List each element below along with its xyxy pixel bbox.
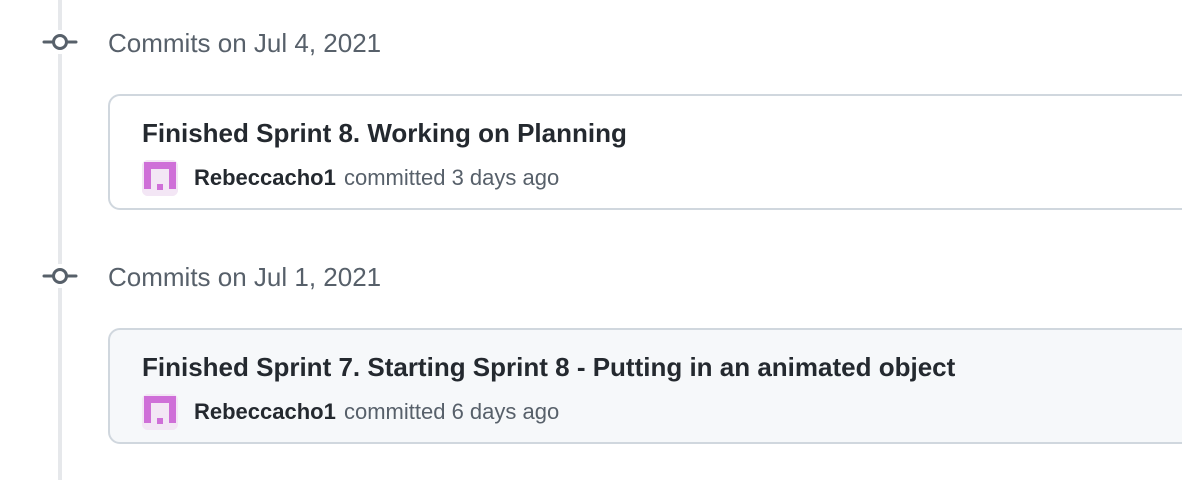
commit-author-link[interactable]: Rebeccacho1 [194,396,336,428]
commit-group-header: Commits on Jul 1, 2021 [0,256,1182,296]
commit-author-link[interactable]: Rebeccacho1 [194,162,336,194]
commit-group-header: Commits on Jul 4, 2021 [0,22,1182,62]
commit-card: Finished Sprint 7. Starting Sprint 8 - P… [108,328,1182,444]
commit-time-text: committed 6 days ago [344,399,560,424]
git-commit-icon [42,30,78,54]
timeline-line [58,0,62,480]
commit-group-title: Commits on Jul 4, 2021 [108,28,382,58]
identicon-avatar[interactable] [142,394,178,430]
commit-time-text: committed 3 days ago [344,165,560,190]
commit-message-link[interactable]: Finished Sprint 7. Starting Sprint 8 - P… [142,350,955,384]
commit-message-link[interactable]: Finished Sprint 8. Working on Planning [142,116,627,150]
commit-card: Finished Sprint 8. Working on Planning R… [108,94,1182,210]
git-commit-icon [42,264,78,288]
identicon-avatar[interactable] [142,160,178,196]
commit-group-title: Commits on Jul 1, 2021 [108,262,382,292]
